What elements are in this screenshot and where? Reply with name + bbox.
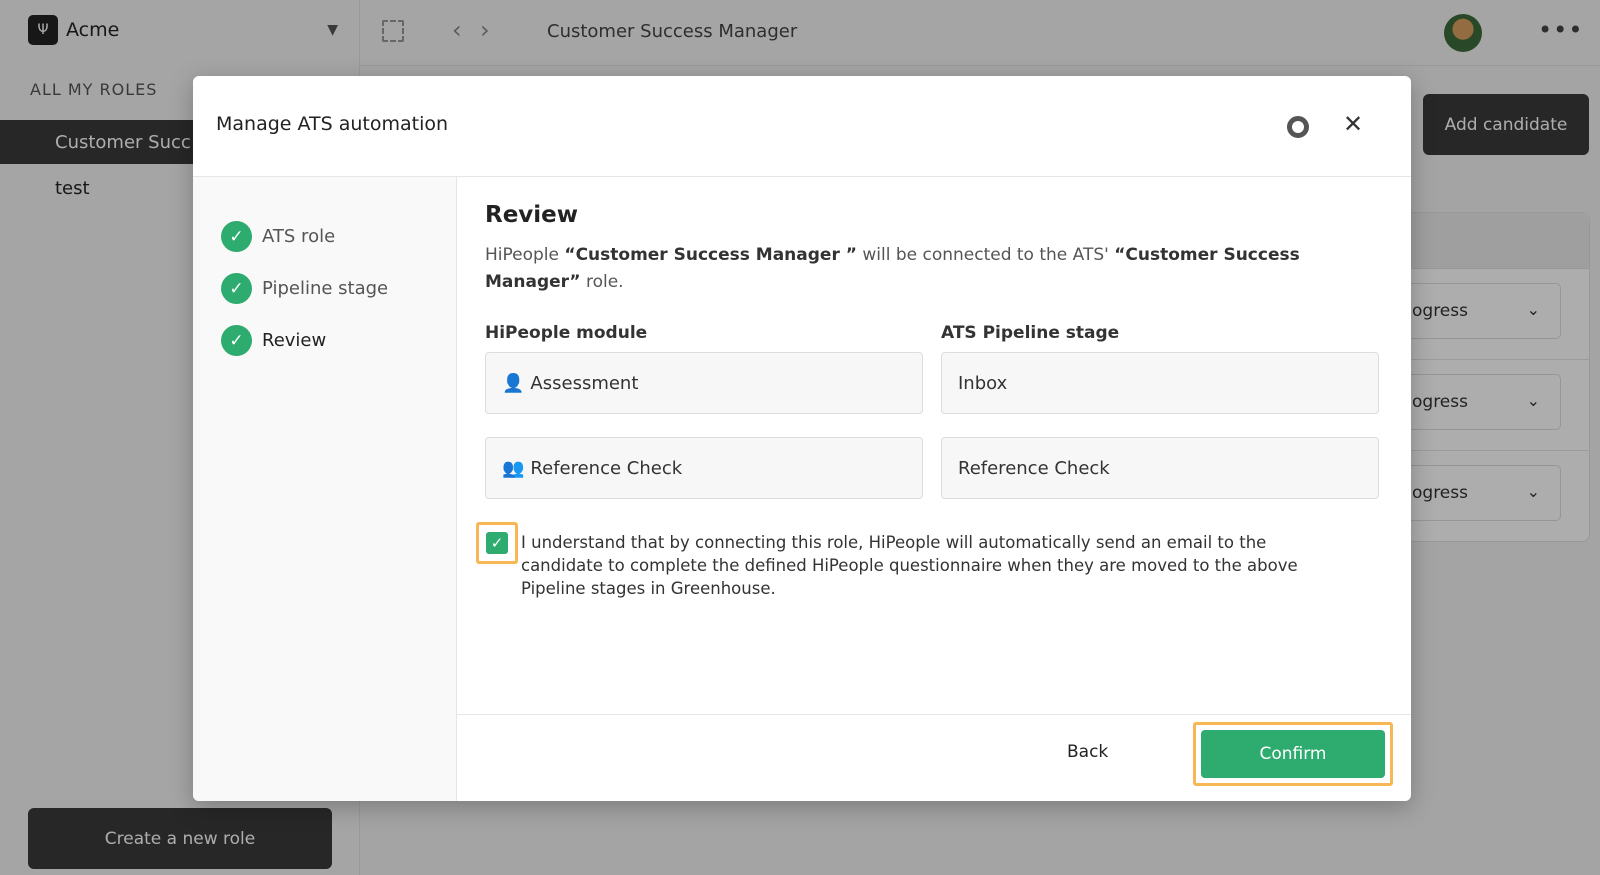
stage-label: Reference Check [958, 457, 1110, 479]
step-list: ✓ ATS role ✓ Pipeline stage ✓ Review [193, 177, 457, 801]
step-review[interactable]: ✓ Review [221, 325, 326, 356]
step-label: ATS role [262, 226, 336, 247]
review-description: HiPeople “Customer Success Manager ” wil… [485, 242, 1375, 296]
modal-title: Manage ATS automation [216, 113, 449, 135]
desc-prefix: HiPeople [485, 245, 565, 265]
confirm-button-highlight: Confirm [1193, 722, 1393, 786]
review-panel: Review HiPeople “Customer Success Manage… [457, 177, 1411, 801]
step-pipeline-stage[interactable]: ✓ Pipeline stage [221, 273, 388, 304]
back-button[interactable]: Back [1067, 742, 1108, 762]
step-label: Pipeline stage [262, 278, 389, 299]
confirm-button[interactable]: Confirm [1201, 730, 1385, 778]
module-label: Reference Check [530, 457, 683, 479]
stage-column-heading: ATS Pipeline stage [941, 323, 1120, 343]
consent-text: I understand that by connecting this rol… [521, 533, 1298, 598]
ats-automation-modal: Manage ATS automation ✕ ✓ ATS role ✓ Pip… [193, 76, 1411, 801]
stage-label: Inbox [958, 372, 1008, 394]
module-field-reference-check: 👥 Reference Check [485, 437, 923, 499]
review-title: Review [485, 202, 579, 228]
people-icon: 👥 [502, 457, 525, 479]
step-ats-role[interactable]: ✓ ATS role [221, 221, 335, 252]
help-lifebuoy-icon[interactable] [1287, 116, 1309, 138]
modal-header: Manage ATS automation ✕ [193, 76, 1411, 177]
stage-field-reference-check: Reference Check [941, 437, 1379, 499]
check-circle-icon: ✓ [221, 221, 252, 252]
hipeople-role-name: “Customer Success Manager ” [564, 245, 857, 265]
person-icon: 👤 [502, 372, 525, 394]
desc-suffix: role. [580, 272, 624, 292]
module-field-assessment: 👤 Assessment [485, 352, 923, 414]
desc-middle: will be connected to the ATS' [856, 245, 1115, 265]
modal-footer: Back Confirm [457, 714, 1411, 801]
consent-checkbox-highlight: ✓ [476, 522, 518, 564]
step-label: Review [262, 330, 327, 351]
close-icon[interactable]: ✕ [1343, 110, 1363, 138]
consent-checkbox[interactable]: ✓ [486, 532, 508, 554]
check-circle-icon: ✓ [221, 273, 252, 304]
stage-field-inbox: Inbox [941, 352, 1379, 414]
module-column-heading: HiPeople module [485, 323, 648, 343]
check-circle-icon: ✓ [221, 325, 252, 356]
module-label: Assessment [530, 372, 639, 394]
